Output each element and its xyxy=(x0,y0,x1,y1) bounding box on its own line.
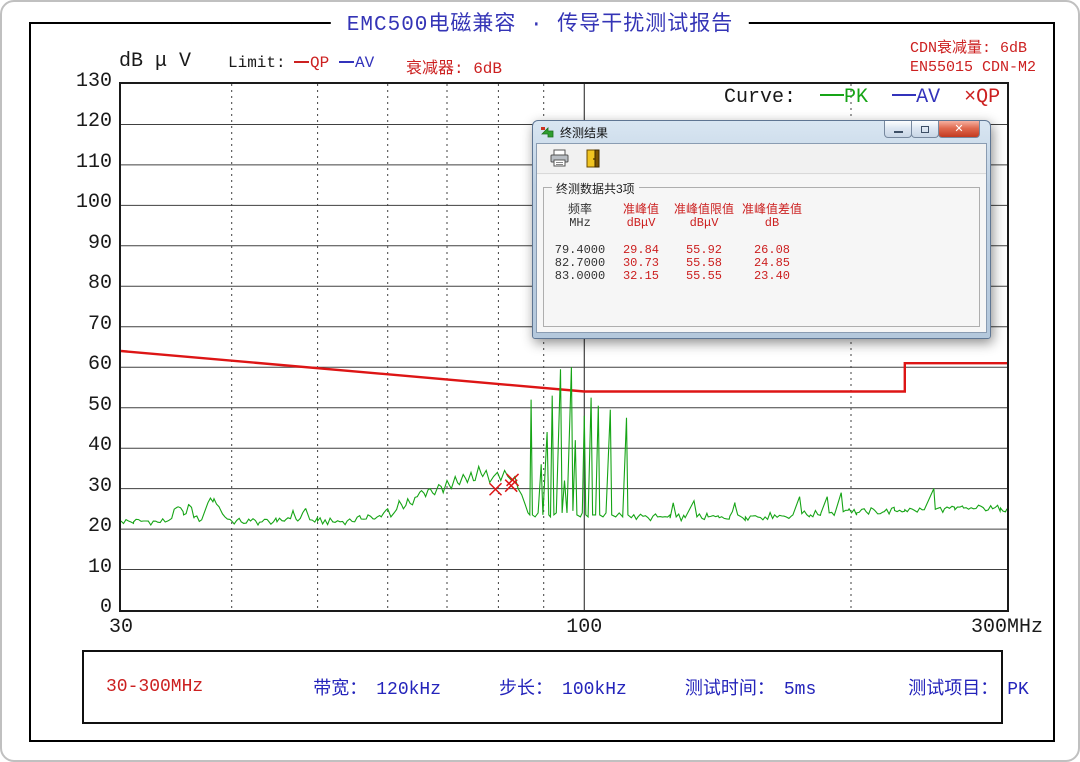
step-item: 步长：100kHz xyxy=(499,674,627,700)
curve-pk: PK xyxy=(808,86,868,109)
curve-legend: Curve: PK AV ×QP xyxy=(724,86,1000,109)
dialog-toolbar xyxy=(537,144,986,174)
exit-door-icon xyxy=(586,149,600,168)
dialog-body: 终测数据共3项 频率准峰值准峰值限值准峰值差值MHzdBμVdBμVdB79.4… xyxy=(536,143,987,333)
minimize-button[interactable] xyxy=(884,121,912,138)
dialog-content: 终测数据共3项 频率准峰值准峰值限值准峰值差值MHzdBμVdBμVdB79.4… xyxy=(537,175,986,332)
maximize-button[interactable] xyxy=(911,121,939,138)
exit-button[interactable] xyxy=(586,149,600,168)
cdn-attenuation-label: CDN衰减量: 6dB xyxy=(910,39,1036,58)
y-axis-unit: dB μ V xyxy=(119,50,191,73)
pk-line-icon xyxy=(820,94,844,96)
curve-qp: ×QP xyxy=(952,86,1000,109)
maximize-icon xyxy=(921,126,929,133)
app-icon xyxy=(540,125,555,140)
results-groupbox: 终测数据共3项 频率准峰值准峰值限值准峰值差值MHzdBμVdBμVdB79.4… xyxy=(543,187,980,327)
printer-icon xyxy=(549,149,570,168)
result-dialog: 终测结果 ✕ xyxy=(532,120,991,339)
test-time-item: 测试时间：5ms xyxy=(685,674,816,700)
limit-qp-legend: QP xyxy=(294,54,329,72)
qp-line-icon xyxy=(294,61,309,63)
value-cell: 55.55 xyxy=(670,270,738,283)
window-controls: ✕ xyxy=(885,121,980,138)
qp-cross-icon: × xyxy=(964,86,976,109)
close-button[interactable]: ✕ xyxy=(938,121,980,138)
value-cell: 23.40 xyxy=(738,270,806,283)
test-mode-item: 测试项目：PK xyxy=(908,674,1029,700)
curve-av: AV xyxy=(880,86,940,109)
frequency-cell: 83.0000 xyxy=(548,270,612,283)
frequency-range: 30-300MHz xyxy=(106,677,203,697)
column-unit: dBμV xyxy=(670,217,738,230)
attenuator-label: 衰减器: 6dB xyxy=(406,54,502,78)
report-title: EMC500电磁兼容 · 传导干扰测试报告 xyxy=(331,7,749,37)
report-page: EMC500电磁兼容 · 传导干扰测试报告 CDN衰减量: 6dB EN5501… xyxy=(0,0,1080,762)
dialog-title: 终测结果 xyxy=(560,124,608,141)
value-cell: 32.15 xyxy=(612,270,670,283)
close-icon: ✕ xyxy=(954,124,963,135)
limit-av-legend: AV xyxy=(339,54,374,72)
cdn-info: CDN衰减量: 6dB EN55015 CDN-M2 xyxy=(910,39,1036,77)
footer-bar: 30-300MHz 带宽：120kHz 步长：100kHz 测试时间：5ms 测… xyxy=(82,650,1003,724)
results-summary: 终测数据共3项 xyxy=(552,180,639,197)
table-row[interactable]: 83.000032.1555.5523.40 xyxy=(548,270,806,283)
column-unit: dBμV xyxy=(612,217,670,230)
column-unit: MHz xyxy=(548,217,612,230)
column-unit: dB xyxy=(738,217,806,230)
limit-label: Limit: xyxy=(228,54,286,72)
standard-label: EN55015 CDN-M2 xyxy=(910,58,1036,77)
dialog-titlebar[interactable]: 终测结果 ✕ xyxy=(536,121,987,143)
result-table: 频率准峰值准峰值限值准峰值差值MHzdBμVdBμVdB79.400029.84… xyxy=(548,204,806,283)
minimize-icon xyxy=(894,131,903,133)
print-button[interactable] xyxy=(549,149,570,168)
av-line-icon xyxy=(892,94,916,96)
av-line-icon xyxy=(339,61,354,63)
limit-line-qp xyxy=(121,351,1007,392)
curve-label: Curve: xyxy=(724,86,796,109)
bandwidth-item: 带宽：120kHz xyxy=(313,674,441,700)
